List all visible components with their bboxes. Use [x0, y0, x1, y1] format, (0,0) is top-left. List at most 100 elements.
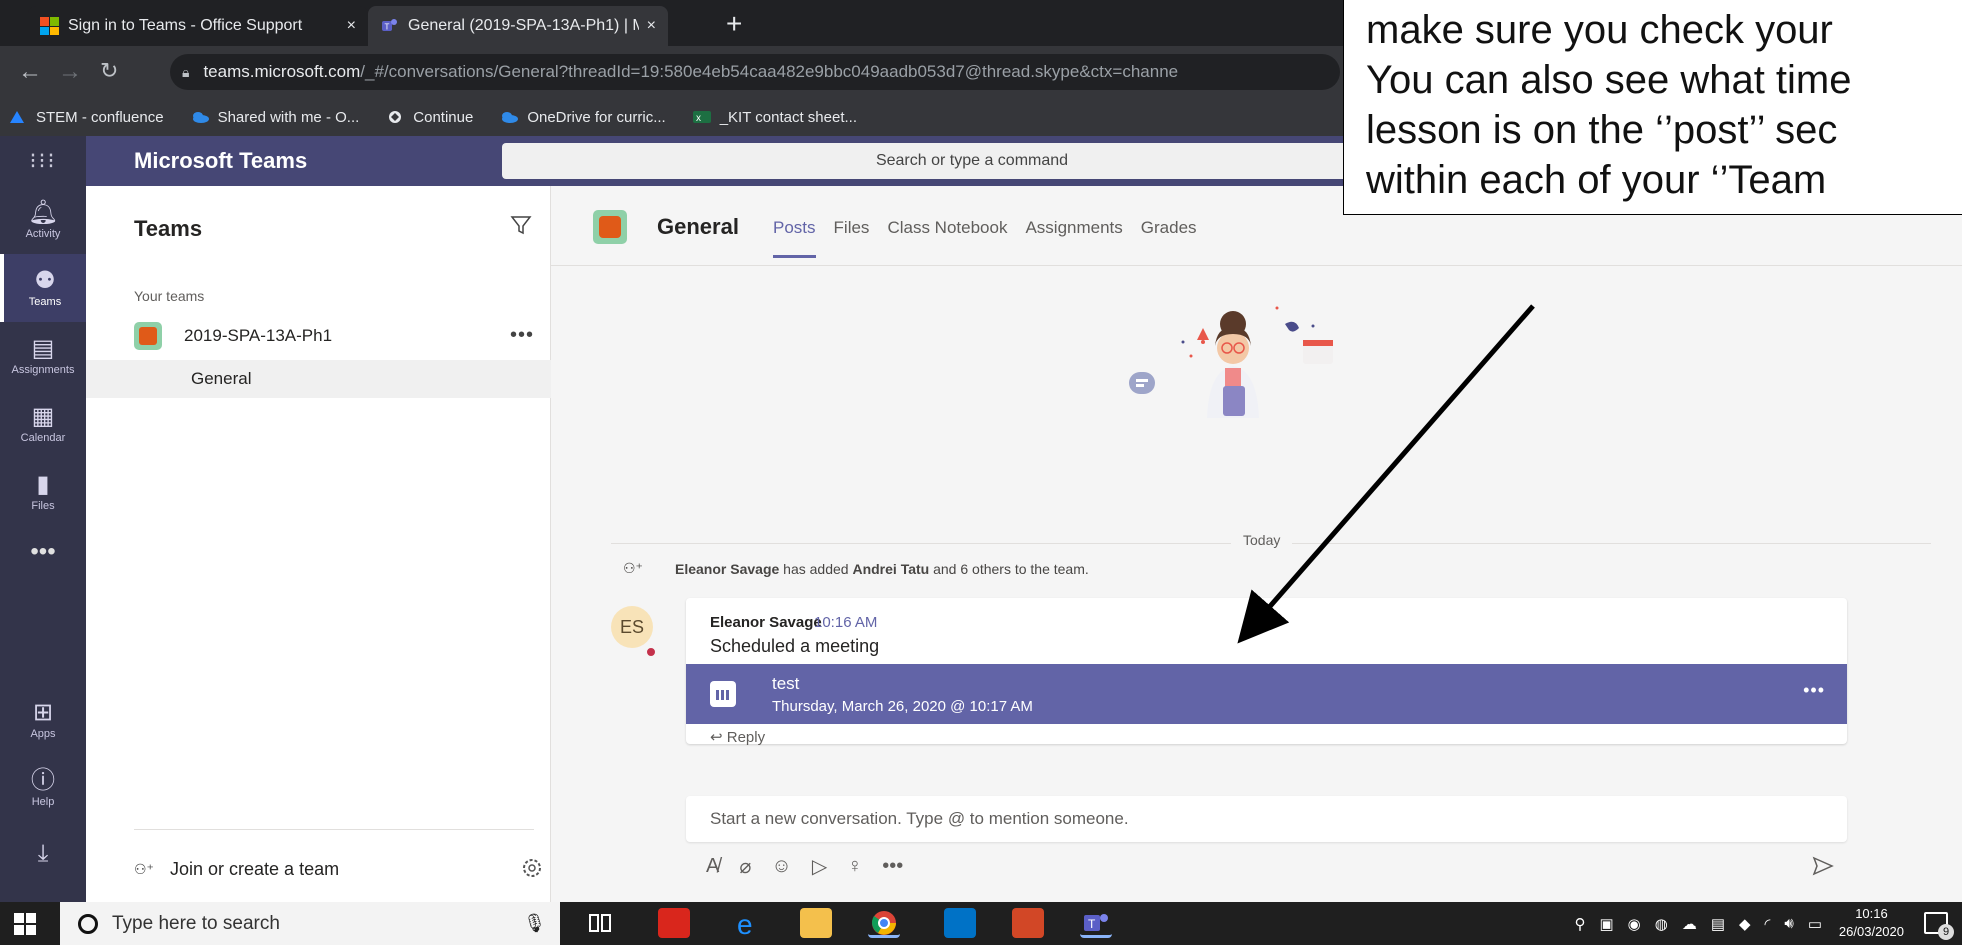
volume-icon[interactable]: 🔊︎ [1784, 915, 1793, 932]
avatar[interactable]: ES [611, 606, 653, 648]
rail-item-assignments[interactable]: ▤ Assignments [0, 322, 86, 390]
meeting-more-options-button[interactable]: ••• [1803, 680, 1825, 701]
bookmark-onedrive-curric[interactable]: OneDrive for curric... [499, 108, 666, 126]
browser-tab-teams-general[interactable]: T General (2019-SPA-13A-Ph1) | M × [368, 6, 668, 46]
reply-button[interactable]: ↩ Reply [710, 728, 765, 746]
tab-files[interactable]: Files [834, 218, 870, 238]
team-name: 2019-SPA-13A-Ph1 [184, 326, 333, 345]
callout-line: within each of your ‘’Team [1366, 158, 1827, 202]
download-app-button[interactable]: ⤓ [0, 830, 86, 880]
team-more-options-button[interactable]: ••• [510, 324, 534, 347]
message-card[interactable]: Eleanor Savage 10:16 AM Scheduled a meet… [686, 598, 1847, 746]
message-author: Eleanor Savage [710, 614, 822, 631]
notification-center-icon[interactable]: 9 [1924, 912, 1954, 940]
rail-item-teams[interactable]: ⚉ Teams [0, 254, 86, 322]
filter-icon[interactable] [510, 214, 532, 236]
powerpoint-icon[interactable] [1012, 908, 1044, 938]
meeting-card[interactable]: test Thursday, March 26, 2020 @ 10:17 AM… [686, 664, 1847, 724]
new-tab-button[interactable]: + [726, 8, 742, 40]
gear-icon[interactable] [520, 856, 544, 880]
gif-icon[interactable]: ▷ [812, 854, 827, 879]
file-explorer-icon[interactable] [800, 908, 832, 938]
assignments-icon: ▤ [31, 335, 55, 362]
add-member-icon: ⚇⁺ [623, 560, 643, 576]
app-launcher-icon[interactable]: ⁝⁝⁝ [0, 136, 86, 186]
callout-line: make sure you check your [1366, 8, 1833, 52]
teams-tray-icon[interactable]: ▣ [1599, 915, 1613, 933]
people-icon[interactable]: ⚲ [1574, 915, 1585, 933]
system-message: ⚇⁺ Eleanor Savage has added Andrei Tatu … [623, 560, 1089, 577]
chrome-icon[interactable] [868, 908, 900, 938]
skype-tray-icon[interactable]: ◍ [1655, 915, 1668, 933]
close-tab-icon[interactable]: × [647, 17, 656, 35]
wifi-icon[interactable]: ◜ [1765, 915, 1771, 933]
forward-arrow-icon[interactable]: → [58, 58, 82, 86]
taskbar-clock[interactable]: 10:16 26/03/2020 [1839, 905, 1904, 941]
join-create-team-button[interactable]: ⚇⁺ Join or create a team [134, 854, 544, 884]
microphone-icon[interactable]: 🎙︎ [523, 913, 546, 934]
bookmark-continue[interactable]: Continue [385, 109, 473, 126]
welcome-illustration [1129, 306, 1333, 418]
url-field[interactable]: 🔒︎ teams.microsoft.com /_#/conversations… [170, 54, 1340, 90]
teams-app-icon[interactable]: T [1080, 908, 1112, 938]
battery-icon[interactable]: ▭ [1808, 915, 1822, 933]
tab-posts[interactable]: Posts [773, 218, 816, 258]
message-timestamp: 10:16 AM [814, 614, 878, 631]
edge-icon[interactable]: e [732, 908, 764, 940]
attach-icon[interactable]: ⌀ [739, 854, 751, 879]
rail-item-help[interactable]: ⓘ Help [0, 754, 86, 822]
rail-label: Assignments [11, 364, 75, 376]
reload-icon[interactable]: ↻ [100, 58, 118, 84]
outlook-tray-icon[interactable]: ▤ [1711, 915, 1725, 933]
system-tail: and 6 others to the team. [933, 560, 1089, 577]
team-item[interactable]: 2019-SPA-13A-Ph1 ••• [134, 320, 534, 352]
rail-item-calendar[interactable]: ▦ Calendar [0, 390, 86, 458]
bookmark-shared-with-me[interactable]: Shared with me - O... [190, 109, 359, 126]
rail-item-activity[interactable]: 🔔︎ Activity [0, 186, 86, 254]
onedrive-icon [502, 112, 519, 123]
channel-view: General Posts Files Class Notebook Assig… [551, 186, 1962, 902]
back-arrow-icon[interactable]: ← [18, 58, 42, 86]
tab-title: General (2019-SPA-13A-Ph1) | M [408, 17, 639, 34]
outlook-icon[interactable] [944, 908, 976, 938]
tab-class-notebook[interactable]: Class Notebook [887, 218, 1007, 238]
more-apps-button[interactable]: ••• [0, 538, 86, 566]
bookmark-kit-contact-sheet[interactable]: x _KIT contact sheet... [692, 109, 857, 126]
teams-list-pane: Teams Your teams 2019-SPA-13A-Ph1 ••• Ge… [86, 186, 551, 902]
onedrive-tray-icon[interactable]: ☁ [1682, 915, 1697, 933]
tab-grades[interactable]: Grades [1141, 218, 1197, 238]
teams-icon: ⚉ [34, 267, 56, 294]
clock-date: 26/03/2020 [1838, 924, 1904, 939]
format-icon[interactable]: A̸ [706, 855, 719, 878]
channel-item-general[interactable]: General [86, 360, 551, 398]
bookmark-label: STEM - confluence [36, 108, 164, 126]
task-view-icon[interactable] [584, 908, 616, 938]
acrobat-icon[interactable] [658, 908, 690, 938]
send-icon[interactable] [1811, 854, 1835, 878]
close-tab-icon[interactable]: × [347, 17, 356, 35]
meeting-date: Thursday, March 26, 2020 @ 10:17 AM [772, 698, 1033, 715]
rail-item-files[interactable]: ▮ Files [0, 458, 86, 526]
app-title: Microsoft Teams [134, 148, 308, 173]
taskbar-search-placeholder: Type here to search [112, 912, 280, 934]
bookmark-label: OneDrive for curric... [527, 108, 666, 126]
app-tray-icon[interactable]: ◆ [1739, 915, 1751, 933]
windows-start-icon[interactable] [14, 913, 36, 935]
rail-item-apps[interactable]: ⊞ Apps [0, 686, 86, 754]
bookmark-stem-confluence[interactable]: STEM - confluence [8, 109, 164, 126]
windows-taskbar: Type here to search 🎙︎ e T ⚲ ▣ ◉ ◍ ☁ ▤ ◆… [0, 902, 1962, 945]
new-conversation-input[interactable]: Start a new conversation. Type @ to ment… [686, 796, 1847, 842]
more-options-icon[interactable]: ••• [882, 855, 903, 878]
calendar-icon [710, 681, 736, 707]
bell-icon: 🔔︎ [27, 199, 59, 226]
svg-text:T: T [1088, 917, 1096, 931]
praise-icon[interactable]: ♀ [847, 855, 862, 878]
chrome-tray-icon[interactable]: ◉ [1628, 915, 1641, 933]
browser-tab-office-support[interactable]: Sign in to Teams - Office Support × [28, 6, 368, 46]
tab-assignments[interactable]: Assignments [1025, 218, 1122, 238]
emoji-icon[interactable]: ☺ [771, 855, 791, 878]
rail-label: Files [31, 500, 55, 512]
message-body: Scheduled a meeting [710, 636, 880, 656]
file-icon: ▮ [36, 471, 50, 498]
taskbar-search-input[interactable]: Type here to search 🎙︎ [60, 902, 560, 945]
